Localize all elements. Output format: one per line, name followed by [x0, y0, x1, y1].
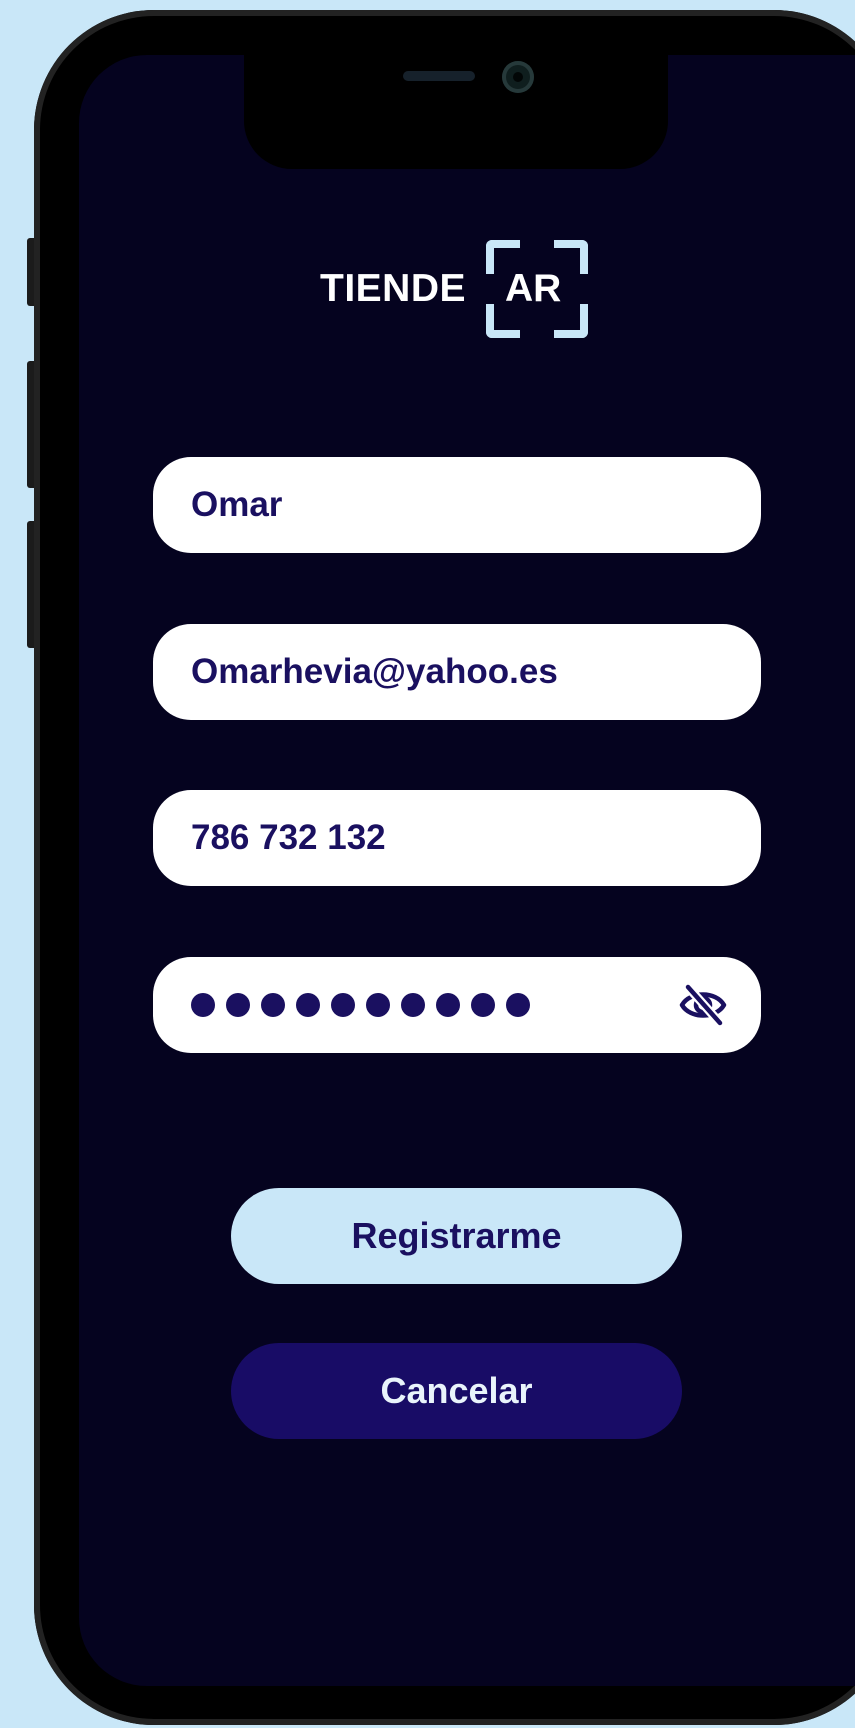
- password-dot: [191, 993, 215, 1017]
- email-field[interactable]: Omarhevia@yahoo.es: [153, 624, 761, 720]
- password-dot: [506, 993, 530, 1017]
- password-field[interactable]: [153, 957, 761, 1053]
- eye-off-icon[interactable]: [677, 982, 729, 1028]
- register-button[interactable]: Registrarme: [231, 1188, 682, 1284]
- password-dot: [261, 993, 285, 1017]
- name-field[interactable]: Omar: [153, 457, 761, 553]
- app-logo: TIENDE AR: [320, 240, 600, 340]
- logo-scan-frame-icon: AR: [486, 240, 588, 338]
- logo-wordmark: TIENDE: [320, 267, 467, 310]
- phone-field[interactable]: 786 732 132: [153, 790, 761, 886]
- name-field-value: Omar: [191, 485, 283, 524]
- password-dot: [471, 993, 495, 1017]
- password-dot: [331, 993, 355, 1017]
- password-dot: [296, 993, 320, 1017]
- email-field-value: Omarhevia@yahoo.es: [191, 652, 558, 691]
- password-dot: [401, 993, 425, 1017]
- phone-screen: TIENDE AR Omar Omarhevia@yahoo.es 786 73…: [79, 55, 855, 1686]
- password-dot: [226, 993, 250, 1017]
- logo-badge: AR: [505, 267, 562, 310]
- password-dot: [436, 993, 460, 1017]
- phone-field-value: 786 732 132: [191, 818, 386, 857]
- front-camera-icon: [502, 61, 534, 93]
- cancel-button[interactable]: Cancelar: [231, 1343, 682, 1439]
- speaker-grille: [403, 71, 475, 81]
- password-mask: [191, 993, 530, 1017]
- notch: [244, 55, 668, 169]
- password-dot: [366, 993, 390, 1017]
